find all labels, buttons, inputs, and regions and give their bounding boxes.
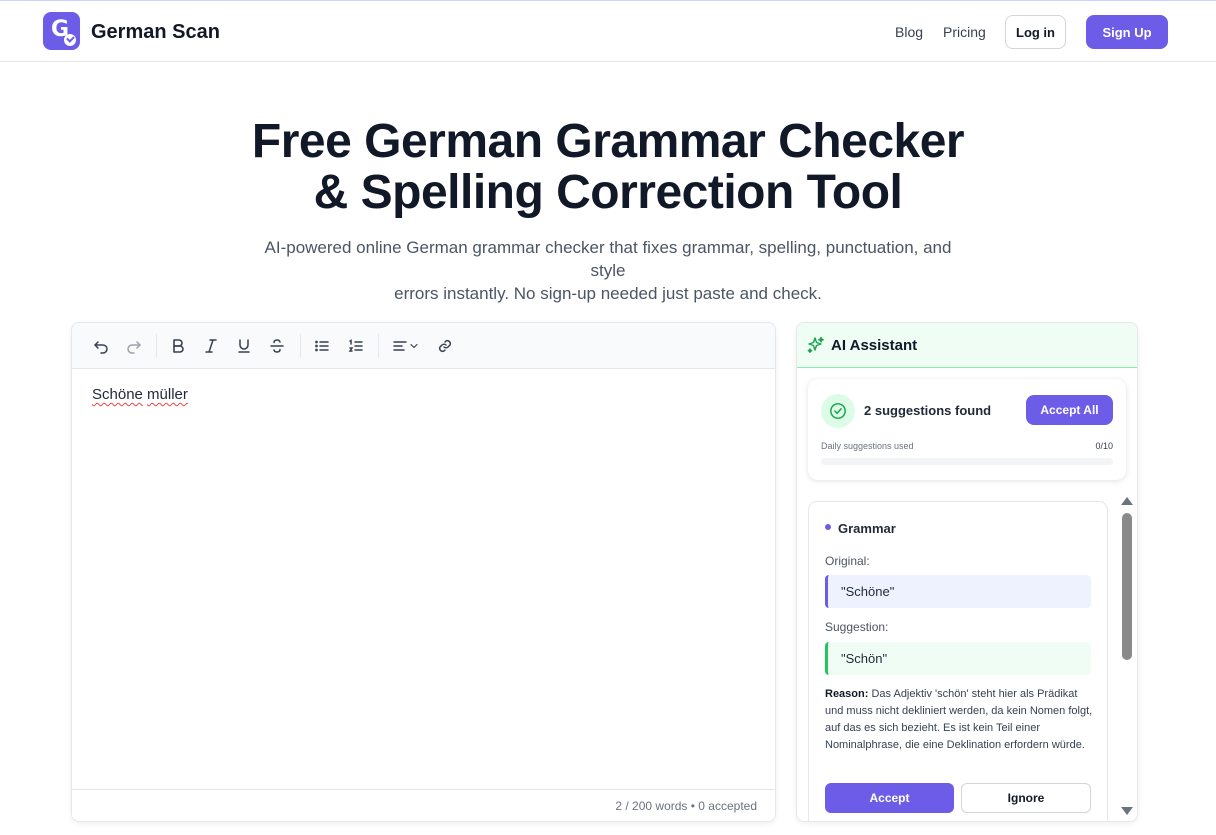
toolbar-divider [300, 334, 301, 358]
signup-button[interactable]: Sign Up [1086, 15, 1168, 49]
category-dot-icon [825, 524, 831, 530]
suggestion-reason: Reason: Das Adjektiv 'schön' steht hier … [825, 686, 1093, 754]
usage-count: 0/10 [1095, 441, 1113, 451]
assistant-header: AI Assistant [797, 323, 1137, 368]
page-subtitle: AI-powered online German grammar checker… [248, 236, 968, 305]
page-title-line-2: & Spelling Correction Tool [313, 166, 903, 219]
editor-footer: 2 / 200 words • 0 accepted [72, 789, 775, 821]
underline-icon[interactable] [233, 335, 255, 357]
editor-toolbar [72, 323, 775, 369]
original-label: Original: [825, 554, 870, 568]
strikethrough-icon[interactable] [266, 335, 288, 357]
suggestion-label: Suggestion: [825, 620, 889, 634]
suggestion-category: Grammar [838, 521, 896, 536]
flagged-word[interactable]: müller [147, 386, 188, 403]
redo-icon[interactable] [123, 335, 145, 357]
align-icon [393, 341, 407, 351]
scrollbar-thumb[interactable] [1122, 513, 1132, 660]
logo-icon[interactable]: G [43, 12, 80, 50]
suggestion-card: Grammar Original: "Schöne" Suggestion: "… [808, 501, 1108, 821]
sparkle-icon [807, 336, 824, 354]
nav-blog-link[interactable]: Blog [895, 23, 923, 41]
suggestion-text: "Schön" [825, 642, 1091, 675]
suggestions-summary: 2 suggestions found Accept All Daily sug… [808, 379, 1126, 480]
align-dropdown[interactable] [390, 335, 422, 357]
assistant-title: AI Assistant [831, 337, 918, 354]
brand-name[interactable]: German Scan [91, 19, 220, 45]
page-title-line-1: Free German Grammar Checker [251, 115, 965, 168]
editor-content[interactable]: Schöne müller [92, 385, 188, 405]
original-text: "Schöne" [825, 575, 1091, 608]
bullet-list-icon[interactable] [311, 335, 333, 357]
word-count: 2 / 200 words • 0 accepted [615, 799, 757, 813]
accept-all-button[interactable]: Accept All [1026, 395, 1113, 425]
link-icon[interactable] [434, 335, 456, 357]
site-header: G German Scan Blog Pricing Log in Sign U… [0, 1, 1216, 62]
toolbar-divider [156, 334, 157, 358]
usage-label: Daily suggestions used [821, 441, 914, 451]
accept-button[interactable]: Accept [825, 783, 954, 813]
reason-label: Reason: [825, 688, 869, 700]
suggestions-count: 2 suggestions found [864, 403, 992, 418]
toolbar-divider [378, 334, 379, 358]
page-subtitle-line-2: errors instantly. No sign-up needed just… [394, 284, 822, 303]
numbered-list-icon[interactable] [345, 335, 367, 357]
ai-assistant-panel: AI Assistant 2 suggestions found Accept … [796, 322, 1138, 822]
undo-icon[interactable] [90, 335, 112, 357]
text-editor: Schöne müller 2 / 200 words • 0 accepted [71, 322, 776, 822]
check-circle-icon [821, 394, 855, 428]
nav-pricing-link[interactable]: Pricing [943, 23, 986, 41]
login-button[interactable]: Log in [1005, 15, 1066, 49]
chevron-down-icon [410, 343, 418, 349]
bold-icon[interactable] [167, 335, 189, 357]
page-subtitle-line-1: AI-powered online German grammar checker… [264, 238, 952, 280]
flagged-word[interactable]: Schöne [92, 386, 143, 403]
page-title: Free German Grammar Checker & Spelling C… [0, 116, 1216, 218]
usage-progress-bar [821, 458, 1113, 465]
scroll-up-icon[interactable] [1121, 497, 1133, 505]
italic-icon[interactable] [200, 335, 222, 357]
ignore-button[interactable]: Ignore [961, 783, 1091, 813]
scroll-down-icon[interactable] [1121, 807, 1133, 815]
